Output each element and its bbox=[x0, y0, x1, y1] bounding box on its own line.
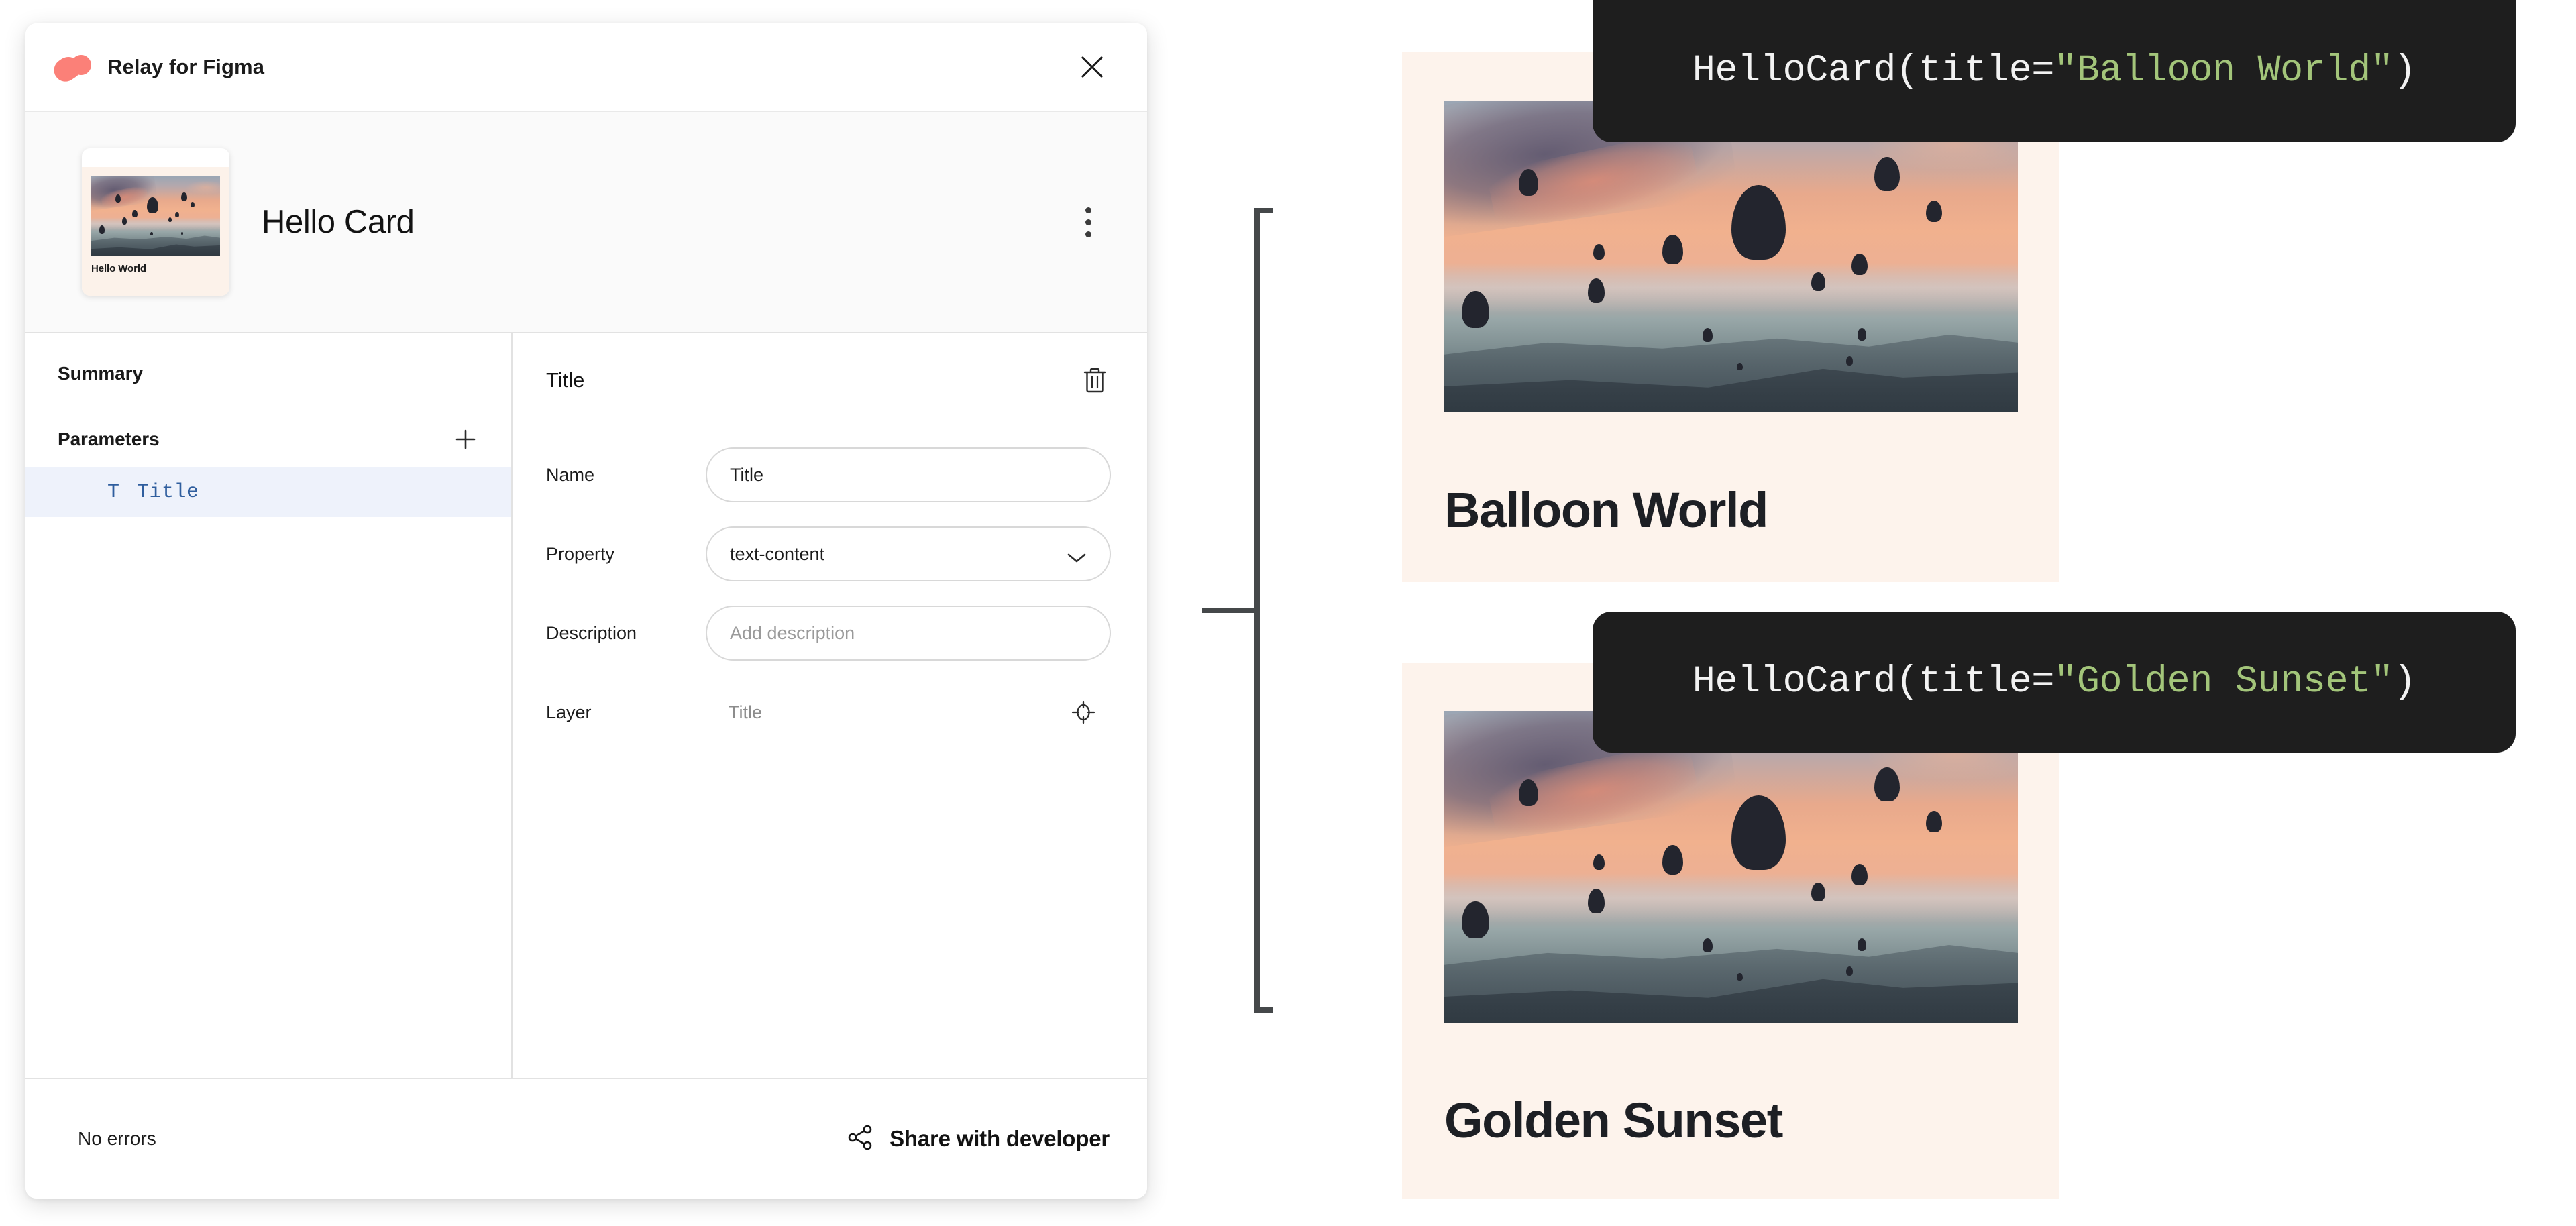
tooltip-prefix: HelloCard(title= bbox=[1692, 661, 2055, 704]
relay-plugin-panel: Relay for Figma Hello World Hello Card S… bbox=[25, 23, 1147, 1199]
tooltip-string: "Golden Sunset" bbox=[2053, 661, 2394, 704]
field-label-description: Description bbox=[546, 622, 637, 643]
field-name: Name Title bbox=[546, 447, 1112, 502]
plugin-titlebar: Relay for Figma bbox=[25, 23, 1147, 112]
field-label-layer: Layer bbox=[546, 702, 592, 722]
parameters-heading: Parameters bbox=[58, 429, 160, 449]
preview-card-title: Balloon World bbox=[1444, 482, 1768, 538]
close-icon[interactable] bbox=[1073, 48, 1111, 86]
field-layer: Layer Title bbox=[546, 685, 1112, 740]
preview-card-title: Golden Sunset bbox=[1444, 1093, 1783, 1148]
share-with-developer-button[interactable]: Share with developer bbox=[845, 1123, 1110, 1156]
parameters-sidebar: Summary Parameters T Title bbox=[25, 333, 513, 1078]
component-name: Hello Card bbox=[262, 204, 415, 240]
status-text: No errors bbox=[78, 1128, 156, 1149]
tooltip-suffix: ) bbox=[2393, 661, 2416, 704]
code-tooltip-golden-sunset: HelloCard(title= "Golden Sunset") bbox=[1593, 612, 2516, 753]
thumbnail-caption: Hello World bbox=[91, 263, 146, 274]
preview-image bbox=[1444, 711, 2018, 1023]
component-thumbnail: Hello World bbox=[82, 148, 229, 296]
kebab-menu-icon[interactable] bbox=[1073, 202, 1103, 242]
share-nodes-icon bbox=[845, 1123, 875, 1156]
parameter-detail-panel: Title Name Title Property text-content D… bbox=[513, 333, 1147, 1078]
thumbnail-image bbox=[91, 176, 220, 256]
detail-title: Title bbox=[546, 368, 585, 392]
screen-root: Relay for Figma Hello World Hello Card S… bbox=[0, 0, 2576, 1226]
relay-logo-icon bbox=[49, 52, 93, 87]
property-select-value: text-content bbox=[730, 543, 825, 564]
share-label: Share with developer bbox=[890, 1126, 1110, 1151]
tooltip-string: "Balloon World" bbox=[2053, 50, 2394, 93]
summary-heading: Summary bbox=[58, 363, 143, 384]
field-property: Property text-content bbox=[546, 526, 1112, 581]
trash-icon[interactable] bbox=[1077, 363, 1112, 398]
tooltip-suffix: ) bbox=[2393, 50, 2416, 93]
field-description: Description Add description bbox=[546, 606, 1112, 661]
parameter-list-item[interactable]: T Title bbox=[25, 467, 511, 517]
field-label-property: Property bbox=[546, 543, 615, 564]
code-tooltip-balloon-world: HelloCard(title= "Balloon World") bbox=[1593, 0, 2516, 142]
property-select[interactable]: text-content bbox=[706, 526, 1111, 581]
preview-image bbox=[1444, 101, 2018, 412]
tooltip-prefix: HelloCard(title= bbox=[1692, 50, 2055, 93]
field-label-name: Name bbox=[546, 464, 595, 485]
text-type-icon: T bbox=[107, 481, 120, 504]
target-icon[interactable] bbox=[1068, 697, 1099, 728]
parameters-heading-row: Parameters bbox=[25, 426, 511, 453]
name-input[interactable]: Title bbox=[706, 447, 1111, 502]
parameter-name: Title bbox=[137, 481, 199, 504]
component-header: Hello World Hello Card bbox=[25, 112, 1147, 333]
layer-value: Title bbox=[729, 702, 763, 722]
plugin-body: Summary Parameters T Title Title Name Ti… bbox=[25, 333, 1147, 1079]
plugin-title: Relay for Figma bbox=[107, 55, 265, 78]
layer-value-row: Title bbox=[706, 685, 1111, 740]
description-input[interactable]: Add description bbox=[706, 606, 1111, 661]
detail-header: Title bbox=[546, 363, 1112, 398]
plus-icon[interactable] bbox=[452, 426, 479, 453]
brace-connector bbox=[1201, 208, 1295, 1013]
chevron-down-icon bbox=[1067, 548, 1087, 563]
plugin-footer: No errors Share with developer bbox=[25, 1079, 1147, 1199]
